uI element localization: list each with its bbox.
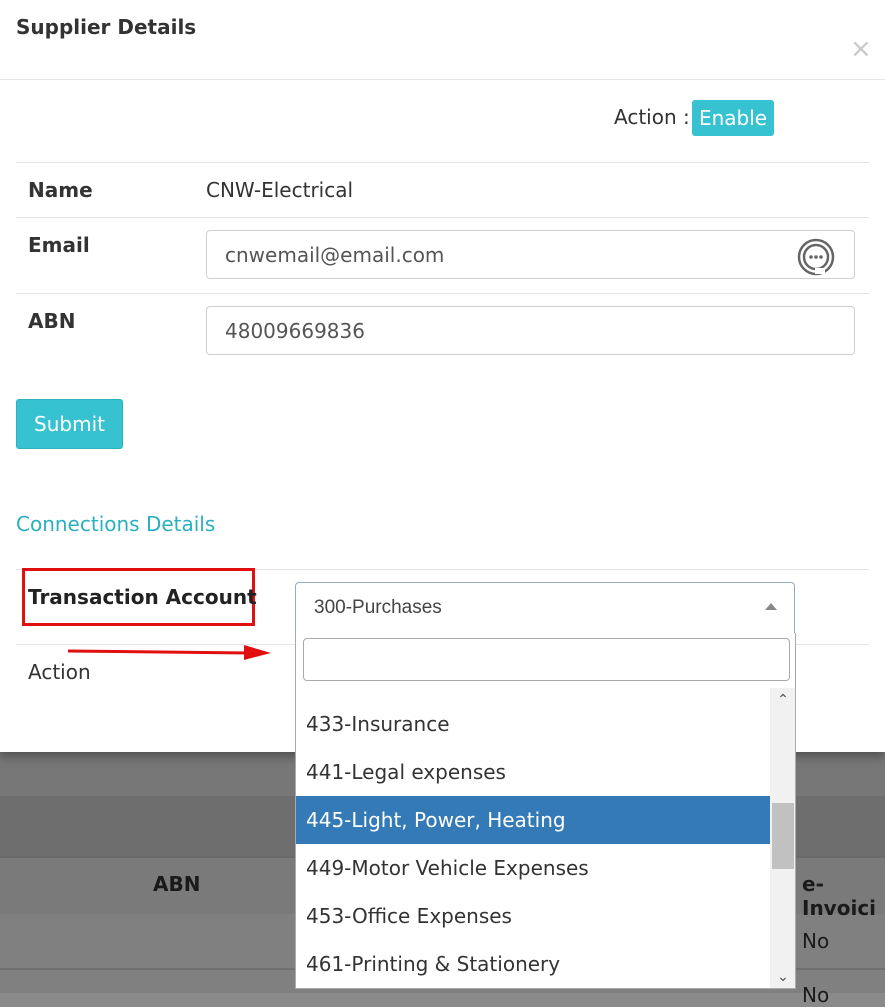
name-label: Name bbox=[28, 178, 93, 202]
option-461-printing-stationery[interactable]: 461-Printing & Stationery bbox=[296, 940, 770, 988]
submit-button[interactable]: Submit bbox=[16, 399, 123, 449]
chevron-up-icon[interactable]: ⌃ bbox=[770, 690, 795, 710]
option-433-insurance[interactable]: 433-Insurance bbox=[296, 700, 770, 748]
action-label: Action : bbox=[614, 105, 690, 129]
divider bbox=[16, 217, 869, 218]
option-453-office-expenses[interactable]: 453-Office Expenses bbox=[296, 892, 770, 940]
dropdown-scrollbar[interactable]: ⌃ ⌄ bbox=[770, 688, 795, 988]
connection-action-label: Action bbox=[28, 660, 91, 684]
dropdown-search-input[interactable] bbox=[303, 638, 790, 681]
transaction-account-selected: 300-Purchases bbox=[314, 597, 442, 618]
chevron-down-icon[interactable]: ⌄ bbox=[770, 967, 795, 987]
background-col-einvoicing: e-Invoici bbox=[802, 872, 877, 920]
enable-button[interactable]: Enable bbox=[692, 100, 774, 136]
scrollbar-thumb[interactable] bbox=[772, 803, 794, 869]
background-cell-einvoicing: No bbox=[802, 929, 830, 953]
transaction-account-select[interactable]: 300-Purchases bbox=[295, 582, 795, 634]
abn-label: ABN bbox=[28, 309, 76, 333]
abn-field[interactable]: 48009669836 bbox=[206, 306, 855, 355]
option-list: 433-Insurance 441-Legal expenses 445-Lig… bbox=[296, 688, 770, 988]
background-col-abn: ABN bbox=[153, 872, 201, 896]
name-value: CNW-Electrical bbox=[206, 178, 354, 202]
transaction-account-label: Transaction Account bbox=[28, 585, 257, 609]
caret-up-icon bbox=[765, 603, 777, 610]
connections-details-title: Connections Details bbox=[16, 512, 216, 536]
email-field[interactable]: cnwemail@email.com bbox=[206, 230, 855, 279]
option-449-motor-vehicle-expenses[interactable]: 449-Motor Vehicle Expenses bbox=[296, 844, 770, 892]
action-row: Action : Enable bbox=[0, 100, 885, 140]
option-445-light-power-heating[interactable]: 445-Light, Power, Heating bbox=[296, 796, 770, 844]
divider bbox=[16, 293, 869, 294]
email-label: Email bbox=[28, 233, 90, 257]
background-cell-einvoicing: No bbox=[802, 983, 830, 1007]
close-icon[interactable]: × bbox=[850, 34, 872, 64]
transaction-account-dropdown: 433-Insurance 441-Legal expenses 445-Lig… bbox=[295, 633, 796, 989]
abn-field-value: 48009669836 bbox=[225, 319, 365, 343]
chat-bubble-icon[interactable] bbox=[797, 238, 835, 276]
modal-header: Supplier Details × bbox=[0, 0, 885, 80]
option-441-legal-expenses[interactable]: 441-Legal expenses bbox=[296, 748, 770, 796]
email-field-value: cnwemail@email.com bbox=[225, 243, 445, 267]
divider bbox=[16, 162, 869, 163]
modal-title: Supplier Details bbox=[16, 15, 197, 39]
